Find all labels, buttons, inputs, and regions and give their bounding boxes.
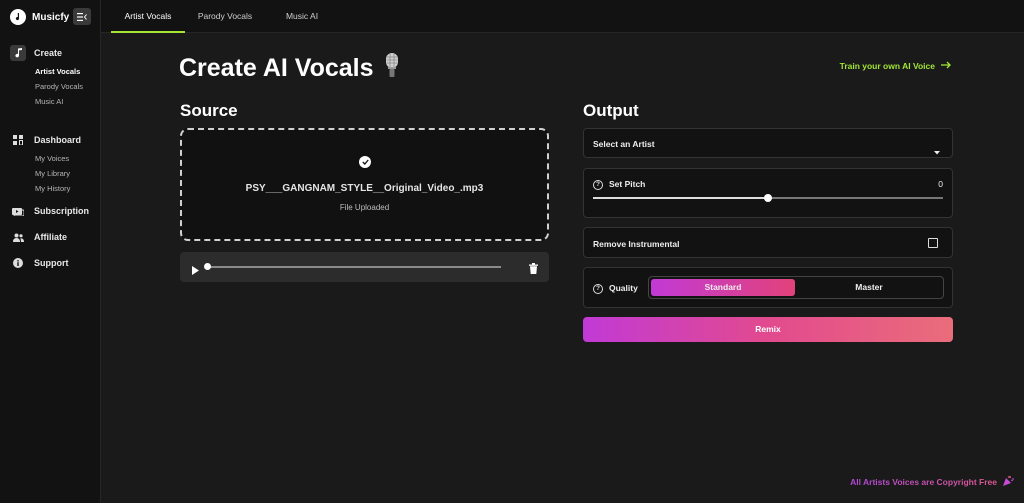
tab-parody-vocals[interactable]: Parody Vocals <box>186 0 264 33</box>
sidebar-item-label: Affiliate <box>34 232 68 242</box>
pitch-value: 0 <box>938 179 943 189</box>
subscription-icon <box>10 203 26 219</box>
quality-toggle: Standard Master <box>648 276 944 299</box>
uploaded-file-name: PSY___GANGNAM_STYLE__Original_Video_.mp3 <box>245 183 484 194</box>
help-icon[interactable]: ? <box>593 179 603 190</box>
sidebar-subitem-artist-vocals[interactable]: Artist Vocals <box>10 64 83 79</box>
pitch-label: ? Set Pitch <box>593 179 645 190</box>
sidebar-item-label: Support <box>34 258 69 268</box>
remove-instrumental-label: Remove Instrumental <box>593 239 680 249</box>
upload-status: File Uploaded <box>339 203 390 212</box>
quality-label: ? Quality <box>593 283 638 294</box>
info-icon <box>10 255 26 271</box>
quality-option-standard[interactable]: Standard <box>651 279 795 296</box>
pitch-slider-handle[interactable] <box>764 194 772 202</box>
remove-instrumental-panel: Remove Instrumental <box>583 227 953 258</box>
brand[interactable]: Musicfy <box>10 9 69 25</box>
sidebar-subitem-music-ai[interactable]: Music AI <box>10 94 83 109</box>
sidebar-item-label: Subscription <box>34 206 90 216</box>
trash-icon[interactable] <box>529 261 538 279</box>
top-tab-bar: Artist Vocals Parody Vocals Music AI <box>101 0 1024 33</box>
copyright-note-text: All Artists Voices are Copyright Free <box>850 476 997 487</box>
quality-option-master[interactable]: Master <box>797 279 941 296</box>
musicfy-logo-icon <box>10 9 26 25</box>
sidebar-item-dashboard[interactable]: Dashboard <box>10 132 81 148</box>
collapse-sidebar-button[interactable] <box>73 8 91 25</box>
artist-select[interactable]: Select an Artist <box>583 128 953 158</box>
nav-group-dashboard: Dashboard My Voices My Library My Histor… <box>10 132 81 196</box>
file-dropzone[interactable]: PSY___GANGNAM_STYLE__Original_Video_.mp3… <box>180 128 549 241</box>
page-title-text: Create AI Vocals <box>179 54 374 82</box>
copyright-note: All Artists Voices are Copyright Free <box>850 475 1014 488</box>
tab-artist-vocals[interactable]: Artist Vocals <box>111 0 185 33</box>
quality-label-text: Quality <box>609 283 638 293</box>
page-title: Create AI Vocals <box>179 52 402 85</box>
train-voice-link-label: Train your own AI Voice <box>839 61 935 71</box>
audio-progress-handle[interactable] <box>204 263 211 270</box>
train-voice-link[interactable]: Train your own AI Voice <box>840 61 951 71</box>
pitch-panel: ? Set Pitch 0 <box>583 168 953 218</box>
sidebar-subitem-my-voices[interactable]: My Voices <box>10 151 81 166</box>
quality-panel: ? Quality Standard Master <box>583 267 953 308</box>
nav-group-affiliate: Affiliate <box>10 229 67 245</box>
dashboard-icon <box>10 132 26 148</box>
menu-collapse-icon <box>77 12 87 21</box>
sidebar-subitem-my-history[interactable]: My History <box>10 181 81 196</box>
sidebar-item-affiliate[interactable]: Affiliate <box>10 229 67 245</box>
remove-instrumental-checkbox[interactable] <box>928 238 938 248</box>
help-icon[interactable]: ? <box>593 283 603 294</box>
sidebar-subitem-my-library[interactable]: My Library <box>10 166 81 181</box>
arrow-right-icon <box>941 61 951 71</box>
artist-select-value: Select an Artist <box>593 139 655 149</box>
pitch-slider[interactable] <box>593 194 943 202</box>
play-icon[interactable] <box>192 262 200 280</box>
remix-button[interactable]: Remix <box>583 317 953 342</box>
music-note-icon <box>10 45 26 61</box>
pitch-slider-fill <box>593 197 768 199</box>
nav-group-subscription: Subscription <box>10 203 89 219</box>
sidebar-item-support[interactable]: Support <box>10 255 69 271</box>
sidebar-subitem-parody-vocals[interactable]: Parody Vocals <box>10 79 83 94</box>
pitch-label-text: Set Pitch <box>609 179 646 189</box>
sidebar-item-subscription[interactable]: Subscription <box>10 203 89 219</box>
microphone-icon <box>382 52 402 85</box>
app-name: Musicfy <box>32 11 70 23</box>
audio-player <box>180 252 549 282</box>
sidebar: Musicfy Create Artist Vocals Parody Voca… <box>0 0 101 503</box>
sidebar-item-create[interactable]: Create <box>10 45 83 61</box>
sidebar-item-label: Dashboard <box>34 135 82 145</box>
audio-progress-track[interactable] <box>207 266 501 268</box>
users-icon <box>10 229 26 245</box>
nav-group-create: Create Artist Vocals Parody Vocals Music… <box>10 45 83 109</box>
check-circle-icon <box>359 156 371 168</box>
source-title: Source <box>180 101 238 120</box>
caret-down-icon <box>934 142 940 160</box>
nav-group-support: Support <box>10 255 69 271</box>
tab-music-ai[interactable]: Music AI <box>271 0 333 33</box>
sidebar-item-label: Create <box>34 48 63 58</box>
output-title: Output <box>583 101 639 120</box>
party-popper-icon <box>1003 475 1014 488</box>
